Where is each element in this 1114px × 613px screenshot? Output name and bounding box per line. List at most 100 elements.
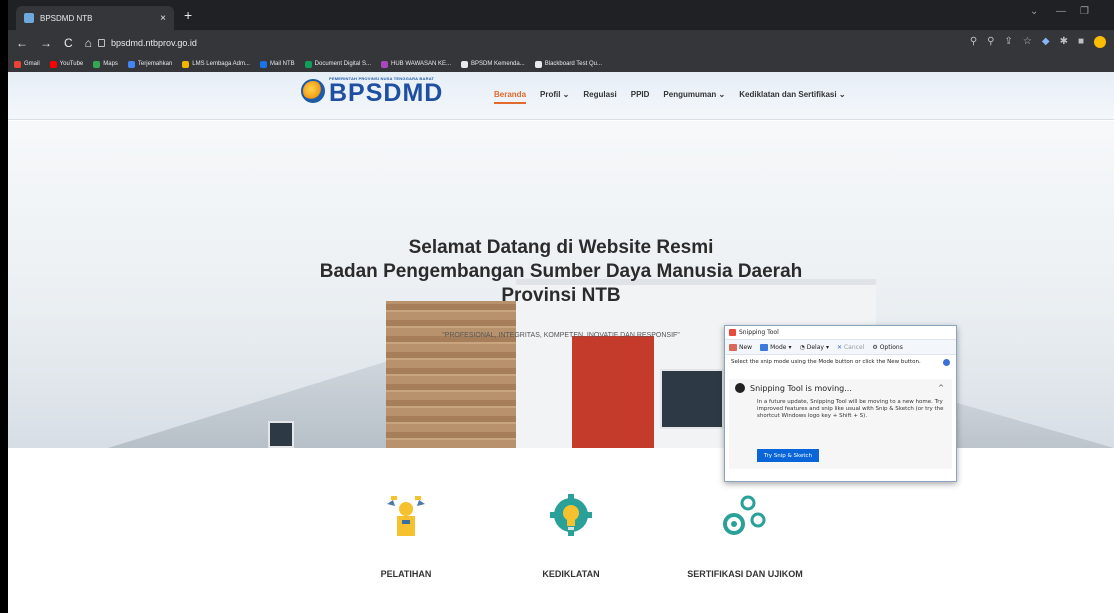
feature-kediklatan[interactable]: KEDIKLATAN	[486, 494, 656, 579]
favicon-icon	[24, 13, 34, 23]
search-icon[interactable]: ⚲	[970, 36, 977, 48]
bookmark-bpsdm-kemenda[interactable]: BPSDM Kemenda...	[461, 60, 525, 68]
address-bar[interactable]: bpsdmd.ntbprov.go.id	[98, 34, 958, 52]
ntb-emblem-icon	[301, 78, 325, 103]
site-header: PEMERINTAH PROVINSI NUSA TENGGARA BARAT …	[8, 72, 1114, 120]
forward-button[interactable]: →	[40, 36, 52, 50]
nav-regulasi[interactable]: Regulasi	[583, 90, 616, 104]
zoom-icon[interactable]: ⚲	[987, 36, 994, 48]
browser-tab[interactable]: BPSDMD NTB ×	[16, 6, 174, 30]
maximize-icon[interactable]: ❐	[1080, 6, 1089, 17]
building-red-panel	[572, 336, 654, 448]
snipping-tool-title: Snipping Tool	[739, 329, 779, 336]
snipping-tool-toolbar: New Mode ▾ ◔ Delay ▾ ✕ Cancel ⚙ Options	[725, 339, 956, 355]
scissors-icon	[729, 329, 736, 336]
lms-icon	[182, 60, 190, 68]
nav-kediklatan-sertifikasi[interactable]: Kediklatan dan Sertifikasi ⌄	[739, 90, 845, 104]
address-toolbar: ← → C ⌂ bpsdmd.ntbprov.go.id ⚲ ⚲ ⇪ ☆ ◆ ✱…	[8, 30, 1114, 56]
url-text[interactable]: bpsdmd.ntbprov.go.id	[111, 38, 197, 48]
web-page: PEMERINTAH PROVINSI NUSA TENGGARA BARAT …	[8, 72, 1114, 613]
extension-shield-icon[interactable]: ◆	[1042, 36, 1050, 48]
hero-title-line-3: Provinsi NTB	[501, 285, 621, 306]
translate-icon	[127, 60, 135, 68]
bookmark-blackboard[interactable]: Blackboard Test Qu...	[534, 60, 602, 68]
mode-icon	[760, 343, 769, 351]
options-button[interactable]: ⚙ Options	[872, 344, 903, 351]
extensions-puzzle-icon[interactable]: ✱	[1060, 36, 1068, 48]
bookmark-youtube[interactable]: YouTube	[49, 60, 83, 68]
help-icon[interactable]	[943, 359, 950, 366]
clock-icon: ◔	[799, 343, 805, 351]
feature-label: SERTIFIKASI DAN UJIKOM	[687, 569, 803, 579]
bookmark-hub-wawasan[interactable]: HUB WAWASAN KE...	[381, 60, 451, 68]
document-icon	[304, 60, 312, 68]
new-snip-button[interactable]: New	[729, 343, 752, 351]
gears-icon	[723, 495, 766, 535]
cancel-button[interactable]: ✕ Cancel	[837, 344, 864, 351]
globe-icon	[461, 60, 469, 68]
chevron-down-icon: ▾	[825, 343, 829, 351]
lock-icon[interactable]	[98, 39, 105, 47]
toolbar-actions: ⚲ ⚲ ⇪ ☆ ◆ ✱ ■	[970, 36, 1106, 48]
maps-icon	[93, 60, 101, 68]
mail-icon	[259, 60, 267, 68]
mode-button[interactable]: Mode ▾	[760, 343, 792, 351]
bookmarks-bar: Gmail YouTube Maps Terjemahkan LMS Lemba…	[8, 56, 1114, 72]
back-button[interactable]: ←	[16, 36, 28, 50]
delay-button[interactable]: ◔ Delay ▾	[799, 344, 828, 351]
snipping-tool-window[interactable]: Snipping Tool New Mode ▾ ◔ Delay ▾ ✕ Cancel …	[724, 325, 957, 482]
tab-title: BPSDMD NTB	[40, 13, 93, 23]
site-logo[interactable]: PEMERINTAH PROVINSI NUSA TENGGARA BARAT …	[301, 76, 444, 107]
globe-icon	[534, 60, 542, 68]
feature-label: KEDIKLATAN	[542, 569, 600, 579]
youtube-icon	[49, 60, 57, 68]
collapse-chevron-icon[interactable]: ^	[938, 384, 944, 392]
side-panel-icon[interactable]: ■	[1078, 36, 1084, 48]
trainer-icon	[387, 496, 425, 536]
snipping-tool-titlebar[interactable]: Snipping Tool	[725, 326, 956, 339]
hub-icon	[381, 60, 389, 68]
bookmark-maps[interactable]: Maps	[93, 60, 118, 68]
bookmark-mail-ntb[interactable]: Mail NTB	[259, 60, 295, 68]
nav-ppid[interactable]: PPID	[631, 90, 650, 104]
hero-title: Selamat Datang di Website Resmi Badan Pe…	[8, 236, 1114, 308]
close-icon: ✕	[836, 343, 842, 351]
main-nav: Beranda Profil ⌄ Regulasi PPID Pengumuma…	[494, 90, 846, 104]
feature-pelatihan[interactable]: PELATIHAN	[321, 494, 491, 579]
close-tab-icon[interactable]: ×	[160, 13, 166, 24]
minimize-icon[interactable]: —	[1056, 6, 1066, 17]
profile-avatar[interactable]	[1094, 36, 1106, 48]
nav-pengumuman[interactable]: Pengumuman ⌄	[663, 90, 725, 104]
building-stone-wall	[386, 301, 518, 448]
reload-button[interactable]: C	[64, 36, 73, 50]
new-snip-icon	[729, 343, 737, 351]
chevron-down-icon: ▾	[788, 343, 792, 351]
tab-strip: BPSDMD NTB × + ⌄ — ❐	[8, 0, 1114, 30]
bookmark-gmail[interactable]: Gmail	[14, 60, 40, 68]
bookmark-star-icon[interactable]: ☆	[1023, 36, 1032, 48]
logo-title: BPSDMD	[329, 79, 444, 107]
tab-search-icon[interactable]: ⌄	[1030, 6, 1038, 17]
bookmark-lms[interactable]: LMS Lembaga Adm...	[182, 60, 250, 68]
try-snip-sketch-button[interactable]: Try Snip & Sketch	[757, 449, 819, 462]
notice-body: In a future update, Snipping Tool will b…	[757, 399, 944, 419]
nav-profil[interactable]: Profil ⌄	[540, 90, 569, 104]
new-tab-button[interactable]: +	[184, 7, 192, 23]
share-icon[interactable]: ⇪	[1005, 36, 1013, 48]
feature-sertifikasi-ujikom[interactable]: SERTIFIKASI DAN UJIKOM	[660, 494, 830, 579]
nav-beranda[interactable]: Beranda	[494, 90, 527, 104]
building-window	[660, 369, 724, 429]
building-window	[268, 421, 294, 448]
snipping-tool-notice: Snipping Tool is moving... ^ In a future…	[729, 379, 952, 469]
lightbulb-gear-icon	[550, 494, 592, 536]
gmail-icon	[14, 60, 21, 68]
bookmark-terjemahkan[interactable]: Terjemahkan	[127, 60, 172, 68]
notice-title: Snipping Tool is moving...	[750, 383, 852, 393]
home-button[interactable]: ⌂	[85, 36, 92, 50]
feature-label: PELATIHAN	[380, 569, 432, 579]
hero-title-line-1: Selamat Datang di Website Resmi	[408, 237, 714, 258]
snipping-tool-message: Select the snip mode using the Mode butt…	[725, 355, 956, 379]
bookmark-document-digital[interactable]: Document Digital S...	[304, 60, 371, 68]
hero-title-line-2: Badan Pengembangan Sumber Daya Manusia D…	[319, 261, 803, 282]
browser-window: BPSDMD NTB × + ⌄ — ❐ ← → C ⌂ bpsdmd.ntbp…	[8, 0, 1114, 613]
